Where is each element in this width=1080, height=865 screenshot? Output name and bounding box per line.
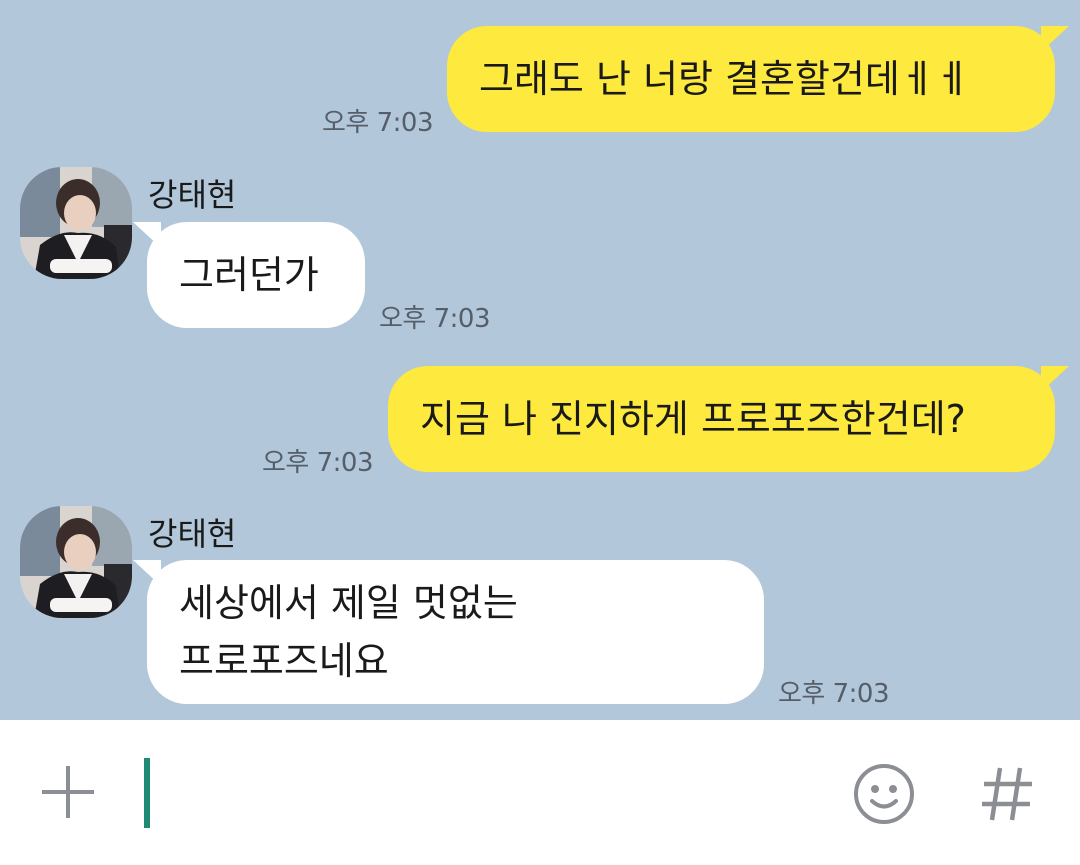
my-message-bubble[interactable]: 지금 나 진지하게 프로포즈한건데? (388, 366, 1069, 472)
message-time: 오후 7:03 (379, 304, 491, 334)
chat-area: 오후 7:03 그래도 난 너랑 결혼할건데ㅔㅔ 강태현 그러던가 오후 7:0… (0, 0, 1080, 720)
message-text: 그러던가 (179, 253, 319, 297)
avatar-photo (20, 506, 132, 618)
sender-name: 강태현 (148, 515, 237, 553)
message-text: 지금 나 진지하게 프로포즈한건데? (420, 397, 966, 441)
message-time: 오후 7:03 (322, 108, 434, 138)
message-input-bar (0, 720, 1080, 865)
message-input-field[interactable] (144, 758, 150, 828)
avatar-photo (20, 167, 132, 279)
avatar[interactable] (20, 506, 132, 618)
hash-icon[interactable] (978, 762, 1036, 826)
message-text: 그래도 난 너랑 결혼할건데ㅔㅔ (479, 57, 970, 101)
message-time: 오후 7:03 (778, 679, 890, 709)
their-message-bubble[interactable]: 그러던가 (133, 222, 365, 328)
message-text-line: 프로포즈네요 (179, 639, 389, 683)
message-text-line: 세상에서 제일 멋없는 (179, 581, 518, 625)
message-time: 오후 7:03 (262, 448, 374, 478)
emoji-icon[interactable] (852, 762, 916, 826)
sender-name: 강태현 (148, 176, 237, 214)
avatar[interactable] (20, 167, 132, 279)
their-message-bubble[interactable]: 세상에서 제일 멋없는 프로포즈네요 (133, 560, 764, 704)
my-message-bubble[interactable]: 그래도 난 너랑 결혼할건데ㅔㅔ (447, 26, 1069, 132)
plus-icon[interactable] (38, 762, 98, 822)
